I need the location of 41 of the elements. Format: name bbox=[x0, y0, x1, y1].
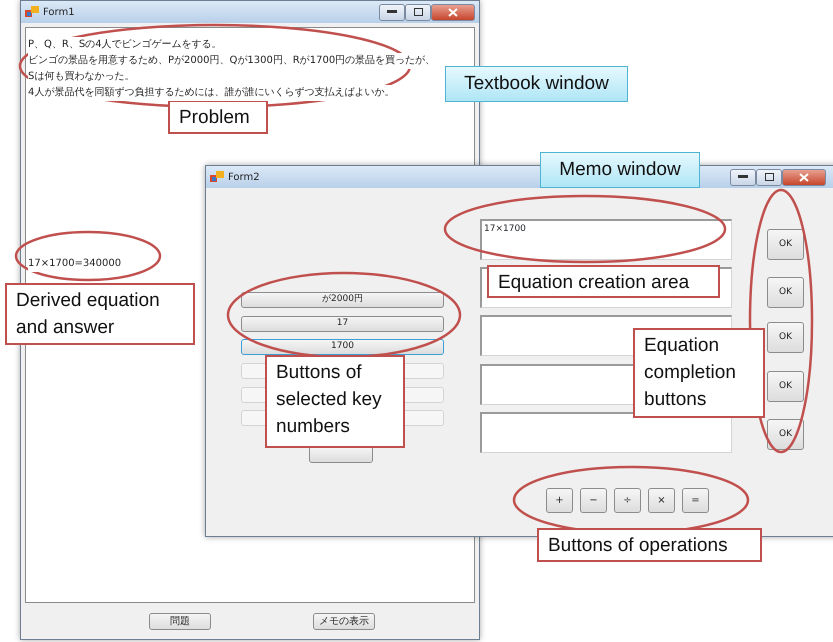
operator-button[interactable]: + bbox=[546, 488, 573, 513]
window-button[interactable]: メモの表示 bbox=[313, 613, 375, 630]
maximize-button[interactable] bbox=[405, 4, 431, 20]
close-icon bbox=[799, 172, 809, 182]
caption-tooltip: Memo window bbox=[540, 152, 700, 188]
operator-button[interactable]: = bbox=[682, 488, 709, 513]
minimize-button[interactable] bbox=[730, 168, 756, 186]
minimize-button[interactable] bbox=[379, 4, 405, 20]
close-icon bbox=[448, 8, 458, 16]
annotation-tooltip: Buttons of operations bbox=[537, 528, 762, 562]
operator-button[interactable]: × bbox=[648, 488, 675, 513]
close-button[interactable] bbox=[431, 4, 475, 20]
ok-button[interactable]: OK bbox=[767, 277, 804, 308]
annotation-tooltip: Problem bbox=[168, 100, 268, 134]
window-title: Form1 bbox=[43, 6, 75, 20]
key-number-button[interactable]: が2000円 bbox=[241, 292, 444, 308]
minimize-icon bbox=[738, 175, 748, 179]
window-button[interactable]: 問題 bbox=[149, 613, 211, 630]
app-icon bbox=[210, 171, 224, 183]
app-icon bbox=[25, 6, 39, 18]
maximize-button[interactable] bbox=[756, 168, 782, 186]
ok-button[interactable]: OK bbox=[767, 371, 804, 402]
annotation-tooltip: Equation creation area bbox=[487, 265, 720, 298]
ok-button[interactable]: OK bbox=[767, 322, 804, 353]
annotation-tooltip: Equation completion buttons bbox=[633, 328, 765, 418]
maximize-icon bbox=[764, 173, 774, 181]
annotation-tooltip: Derived equation and answer bbox=[5, 283, 195, 345]
ok-button[interactable]: OK bbox=[767, 229, 804, 260]
maximize-icon bbox=[414, 8, 422, 16]
equation-field[interactable] bbox=[480, 412, 732, 453]
minimize-icon bbox=[387, 10, 397, 14]
key-number-button[interactable]: 1700 bbox=[241, 339, 444, 355]
annotation-tooltip: Buttons of selected key numbers bbox=[265, 355, 405, 448]
close-button[interactable] bbox=[782, 168, 826, 186]
operator-button[interactable]: − bbox=[580, 488, 607, 513]
key-number-button[interactable]: 17 bbox=[241, 316, 444, 332]
window-title: Form2 bbox=[228, 170, 260, 184]
equation-text: 17×1700=340000 bbox=[28, 256, 122, 272]
operator-button[interactable]: ÷ bbox=[614, 488, 641, 513]
equation-field[interactable]: 17×1700 bbox=[480, 219, 732, 260]
caption-tooltip: Textbook window bbox=[445, 66, 628, 102]
